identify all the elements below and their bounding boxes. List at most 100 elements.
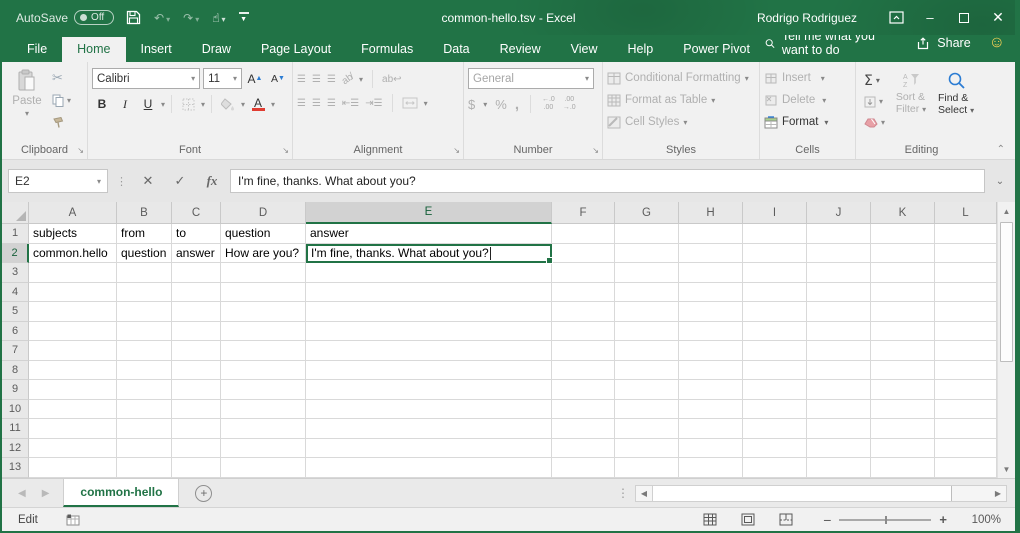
cell-J5[interactable]: [807, 302, 871, 322]
autosum-button[interactable]: Σ▾: [862, 71, 887, 90]
column-header-A[interactable]: A: [29, 202, 117, 224]
cell-L5[interactable]: [935, 302, 997, 322]
column-header-G[interactable]: G: [615, 202, 679, 224]
cell-E9[interactable]: [306, 380, 552, 400]
cell-F5[interactable]: [552, 302, 615, 322]
cell-G8[interactable]: [615, 361, 679, 381]
sheet-bar-splitter[interactable]: ⋮: [617, 479, 635, 507]
number-format-combo[interactable]: General▾: [468, 68, 594, 89]
page-break-view-button[interactable]: [779, 513, 793, 526]
bottom-align-button[interactable]: ☰: [327, 74, 336, 85]
cell-E7[interactable]: [306, 341, 552, 361]
cell-F2[interactable]: [552, 244, 615, 264]
tab-page-layout[interactable]: Page Layout: [246, 37, 346, 62]
cell-K12[interactable]: [871, 439, 935, 459]
cell-L11[interactable]: [935, 419, 997, 439]
user-name[interactable]: Rodrigo Rodriguez: [757, 11, 857, 25]
sheet-tab-common-hello[interactable]: common-hello: [63, 479, 179, 507]
customize-qat-button[interactable]: ▼: [239, 12, 249, 23]
tab-file[interactable]: File: [12, 37, 62, 62]
cell-H3[interactable]: [679, 263, 743, 283]
cell-G13[interactable]: [615, 458, 679, 478]
cell-J9[interactable]: [807, 380, 871, 400]
cell-A13[interactable]: [29, 458, 117, 478]
zoom-slider-thumb[interactable]: [885, 516, 887, 524]
cell-styles-button[interactable]: Cell Styles▾: [607, 112, 755, 132]
cell-A4[interactable]: [29, 283, 117, 303]
wrap-text-button[interactable]: ab↩: [382, 74, 402, 85]
zoom-level[interactable]: 100%: [967, 514, 1001, 526]
increase-font-button[interactable]: A▲: [245, 69, 265, 89]
cell-A5[interactable]: [29, 302, 117, 322]
increase-indent-button[interactable]: ⇥☰: [365, 98, 382, 109]
cell-A12[interactable]: [29, 439, 117, 459]
cell-J2[interactable]: [807, 244, 871, 264]
row-header-2[interactable]: 2: [2, 244, 29, 264]
maximize-button[interactable]: [947, 0, 981, 35]
cell-K4[interactable]: [871, 283, 935, 303]
cell-L2[interactable]: [935, 244, 997, 264]
cell-B4[interactable]: [117, 283, 172, 303]
cell-I9[interactable]: [743, 380, 807, 400]
cell-A3[interactable]: [29, 263, 117, 283]
cell-D9[interactable]: [221, 380, 306, 400]
cell-A7[interactable]: [29, 341, 117, 361]
cell-K8[interactable]: [871, 361, 935, 381]
close-button[interactable]: ✕: [981, 0, 1015, 35]
page-layout-view-button[interactable]: [741, 513, 755, 526]
cell-E6[interactable]: [306, 322, 552, 342]
cell-F11[interactable]: [552, 419, 615, 439]
cell-H4[interactable]: [679, 283, 743, 303]
autosave-toggle[interactable]: AutoSave Off: [16, 10, 114, 25]
cell-E3[interactable]: [306, 263, 552, 283]
cell-F6[interactable]: [552, 322, 615, 342]
touch-mode-button[interactable]: ☝▾: [212, 11, 225, 25]
row-header-11[interactable]: 11: [2, 419, 29, 439]
cell-H6[interactable]: [679, 322, 743, 342]
cell-G3[interactable]: [615, 263, 679, 283]
cell-F3[interactable]: [552, 263, 615, 283]
ribbon-display-options-button[interactable]: [879, 0, 913, 35]
cell-G12[interactable]: [615, 439, 679, 459]
cell-D13[interactable]: [221, 458, 306, 478]
format-painter-button[interactable]: [50, 113, 73, 132]
column-header-J[interactable]: J: [807, 202, 871, 224]
cell-A11[interactable]: [29, 419, 117, 439]
cell-E11[interactable]: [306, 419, 552, 439]
new-sheet-button[interactable]: +: [179, 479, 228, 507]
cell-E2[interactable]: I'm fine, thanks. What about you?: [306, 244, 552, 264]
font-size-combo[interactable]: 11▾: [203, 68, 242, 89]
cell-G1[interactable]: [615, 224, 679, 244]
cell-J12[interactable]: [807, 439, 871, 459]
cell-C10[interactable]: [172, 400, 221, 420]
cell-B1[interactable]: from: [117, 224, 172, 244]
align-right-button[interactable]: ☰: [327, 98, 336, 109]
row-header-12[interactable]: 12: [2, 439, 29, 459]
cell-A8[interactable]: [29, 361, 117, 381]
select-all-button[interactable]: [2, 202, 29, 224]
cell-B10[interactable]: [117, 400, 172, 420]
cell-I3[interactable]: [743, 263, 807, 283]
cell-G11[interactable]: [615, 419, 679, 439]
column-header-B[interactable]: B: [117, 202, 172, 224]
sheet-next-button[interactable]: ▶: [42, 488, 50, 499]
font-color-button[interactable]: A: [248, 94, 268, 114]
redo-button[interactable]: ↷▾: [183, 11, 199, 25]
cell-F10[interactable]: [552, 400, 615, 420]
cell-G5[interactable]: [615, 302, 679, 322]
cell-D10[interactable]: [221, 400, 306, 420]
cell-E8[interactable]: [306, 361, 552, 381]
column-header-I[interactable]: I: [743, 202, 807, 224]
cell-D1[interactable]: question: [221, 224, 306, 244]
sort-filter-button[interactable]: AZ Sort &Filter ▾: [889, 68, 933, 142]
zoom-out-button[interactable]: −: [823, 512, 831, 528]
cell-I2[interactable]: [743, 244, 807, 264]
paste-button[interactable]: Paste ▾: [6, 66, 48, 142]
comma-button[interactable]: ,: [515, 96, 519, 113]
cell-J1[interactable]: [807, 224, 871, 244]
cell-K3[interactable]: [871, 263, 935, 283]
cell-F12[interactable]: [552, 439, 615, 459]
cell-D4[interactable]: [221, 283, 306, 303]
cell-L8[interactable]: [935, 361, 997, 381]
cell-H12[interactable]: [679, 439, 743, 459]
